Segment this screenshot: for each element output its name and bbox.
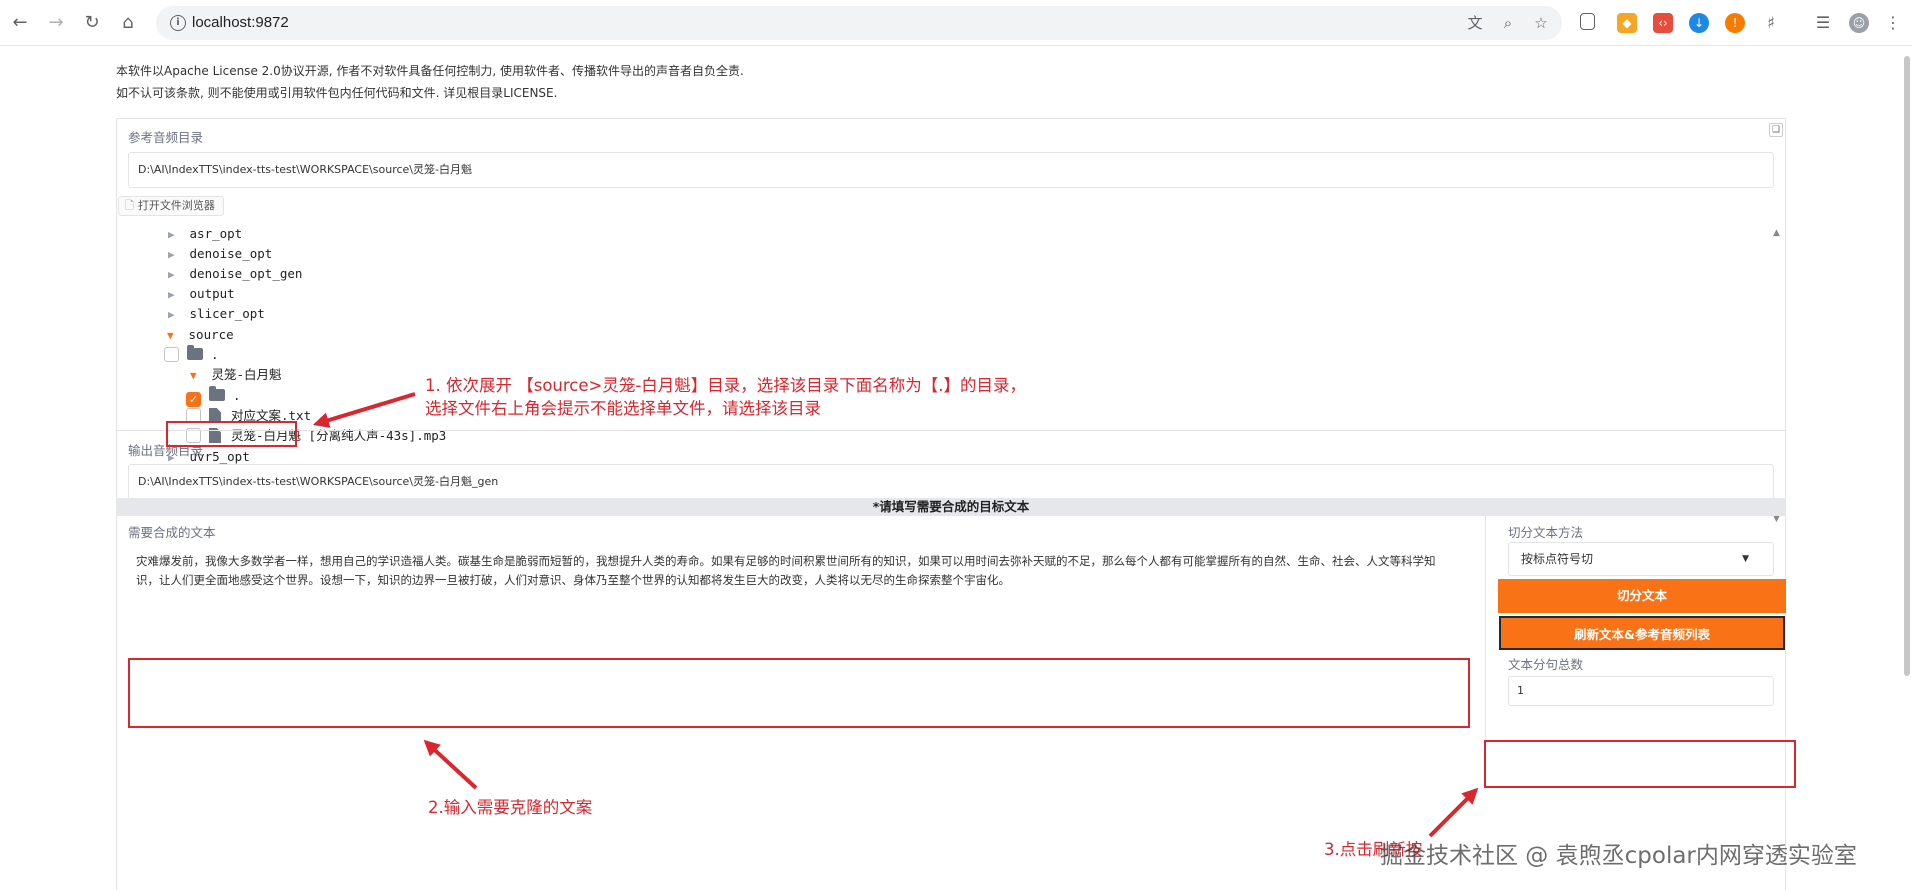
chevron-down-icon: ▼: [1742, 554, 1749, 564]
home-icon[interactable]: ⌂: [116, 11, 140, 35]
collapse-triangle-icon[interactable]: ▼: [190, 366, 204, 386]
tree-item-label: 灵笼-白月魁: [211, 367, 282, 382]
annotation-box-refresh: [1484, 740, 1796, 788]
tree-item-lingling[interactable]: ▼ 灵笼-白月魁: [190, 365, 282, 385]
extensions-puzzle-icon[interactable]: ♯: [1761, 13, 1781, 33]
tree-item-label: denoise_opt_gen: [189, 266, 303, 281]
tree-item-label: asr_opt: [189, 226, 243, 241]
reference-dir-input[interactable]: D:\AI\IndexTTS\index-tts-test\WORKSPACE\…: [128, 152, 1774, 188]
split-method-label: 切分文本方法: [1508, 525, 1584, 540]
tree-item-lingling-dot[interactable]: ✓.: [186, 386, 241, 407]
expand-triangle-icon[interactable]: ▶: [168, 305, 182, 325]
annotation-step1-line1: 1. 依次展开 【source>灵笼-白月魁】目录，选择该目录下面名称为【.】的…: [425, 376, 1027, 395]
open-file-browser-button[interactable]: 🗋 打开文件浏览器: [118, 196, 224, 216]
translate-icon[interactable]: 文: [1466, 14, 1484, 32]
license-line-1: 本软件以Apache License 2.0协议开源, 作者不对软件具备任何控制…: [116, 64, 744, 78]
annotation-step2: 2.输入需要克隆的文案: [428, 798, 593, 817]
section-title: *请填写需要合成的目标文本: [116, 498, 1786, 516]
tree-scroll-up-icon[interactable]: ▲: [1773, 228, 1780, 238]
expand-triangle-icon[interactable]: ▶: [168, 285, 182, 305]
code-extension-icon[interactable]: ‹›: [1653, 13, 1673, 33]
menu-kebab-icon[interactable]: ⋮: [1883, 13, 1903, 33]
segment-count-input[interactable]: 1: [1508, 676, 1774, 706]
output-dir-input[interactable]: D:\AI\IndexTTS\index-tts-test\WORKSPACE\…: [128, 464, 1774, 500]
checkbox-checked[interactable]: ✓: [186, 392, 201, 407]
tree-item-label: slicer_opt: [189, 306, 265, 321]
checkbox[interactable]: [164, 347, 179, 362]
file-icon: 🗋: [125, 199, 134, 212]
reading-list-icon[interactable]: [1580, 13, 1595, 30]
refresh-list-button[interactable]: 刷新文本&参考音频列表: [1499, 616, 1785, 650]
split-text-button[interactable]: 切分文本: [1498, 579, 1786, 613]
annotation-box-folder: [166, 421, 297, 447]
download-extension-icon[interactable]: ↓: [1689, 13, 1709, 33]
synth-text-label: 需要合成的文本: [128, 525, 216, 540]
split-method-select[interactable]: 按标点符号切 ▼: [1508, 542, 1774, 576]
tree-item-label: .: [211, 347, 219, 362]
bookmark-star-icon[interactable]: ☆: [1532, 14, 1550, 32]
tree-item-denoise-opt[interactable]: ▶ denoise_opt: [168, 244, 272, 264]
shield-extension-icon[interactable]: ◆: [1617, 13, 1637, 33]
tree-item-label: .: [233, 388, 241, 403]
license-line-2: 如不认可该条款, 则不能使用或引用软件包内任何代码和文件. 详见根目录LICEN…: [116, 86, 558, 100]
address-bar[interactable]: i localhost:9872 文 ⌕ ☆: [156, 6, 1562, 40]
annotation-step1-line2: 选择文件右上角会提示不能选择单文件，请选择该目录: [425, 399, 821, 418]
tree-item-output[interactable]: ▶ output: [168, 284, 235, 304]
alert-extension-icon[interactable]: !: [1725, 13, 1745, 33]
split-method-value: 按标点符号切: [1521, 552, 1594, 566]
reload-icon[interactable]: ↻: [80, 11, 104, 35]
tree-item-source[interactable]: ▼ source: [167, 325, 234, 345]
segment-count-label: 文本分句总数: [1508, 657, 1584, 672]
browser-toolbar: ← → ↻ ⌂ i localhost:9872 文 ⌕ ☆ ◆ ‹› ↓ ! …: [0, 0, 1912, 46]
site-info-icon[interactable]: i: [170, 15, 186, 31]
forward-icon[interactable]: →: [44, 11, 68, 35]
back-icon[interactable]: ←: [8, 11, 32, 35]
expand-triangle-icon[interactable]: ▶: [168, 225, 182, 245]
tree-item-slicer-opt[interactable]: ▶ slicer_opt: [168, 304, 265, 324]
divider: [116, 430, 1786, 431]
collapse-triangle-icon[interactable]: ▼: [167, 326, 181, 346]
url-text: localhost:9872: [192, 14, 289, 31]
tree-item-source-dot[interactable]: .: [164, 345, 219, 365]
profile-avatar-icon[interactable]: ☺: [1849, 13, 1869, 33]
annotation-box-textarea: [128, 658, 1470, 728]
tree-item-label: source: [188, 327, 234, 342]
watermark: 掘金技术社区 @ 袁煦丞cpolar内网穿透实验室: [1380, 843, 1857, 869]
license-notice: 本软件以Apache License 2.0协议开源, 作者不对软件具备任何控制…: [116, 60, 744, 104]
tree-item-asr-opt[interactable]: ▶ asr_opt: [168, 224, 242, 244]
expand-triangle-icon[interactable]: ▶: [168, 245, 182, 265]
zoom-icon[interactable]: ⌕: [1499, 14, 1517, 32]
folder-icon: [187, 345, 203, 360]
folder-icon: [209, 386, 225, 401]
tree-item-denoise-opt-gen[interactable]: ▶ denoise_opt_gen: [168, 264, 302, 284]
media-queue-icon[interactable]: ☰: [1813, 13, 1833, 33]
tree-item-label: output: [189, 286, 235, 301]
open-file-browser-label: 打开文件浏览器: [137, 199, 215, 212]
copy-icon[interactable]: ❏: [1769, 123, 1783, 137]
tree-item-label: denoise_opt: [189, 246, 273, 261]
reference-dir-label: 参考音频目录: [128, 130, 204, 145]
expand-triangle-icon[interactable]: ▶: [168, 265, 182, 285]
